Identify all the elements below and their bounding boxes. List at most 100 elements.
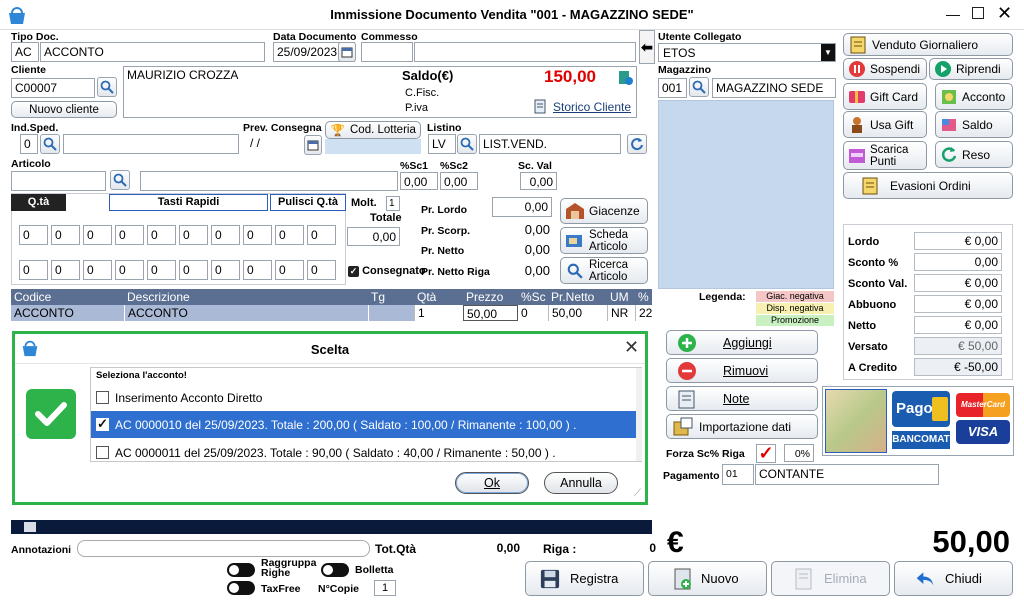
calendar-icon[interactable] bbox=[338, 42, 356, 62]
storico-cliente-link[interactable]: Storico Cliente bbox=[553, 100, 631, 114]
ncopie-input[interactable]: 1 bbox=[374, 580, 396, 596]
cod-lotteria-field[interactable] bbox=[325, 139, 421, 154]
col-um[interactable]: UM bbox=[607, 289, 629, 305]
resize-grip-icon[interactable]: ⟋ bbox=[634, 488, 641, 499]
registra-button[interactable]: Registra bbox=[525, 561, 644, 596]
ricerca-articolo-button[interactable]: Ricerca Articolo bbox=[560, 257, 648, 284]
col-prnetto[interactable]: Pr.Netto bbox=[548, 289, 594, 305]
articolo-desc-input[interactable] bbox=[140, 171, 398, 191]
calendar-icon[interactable] bbox=[304, 135, 322, 155]
cell-tg[interactable] bbox=[368, 305, 414, 321]
scval-input[interactable]: 0,00 bbox=[520, 172, 557, 190]
taxfree-toggle[interactable] bbox=[227, 581, 255, 595]
refresh-icon[interactable] bbox=[627, 134, 647, 154]
col-codice[interactable]: Codice bbox=[11, 289, 51, 305]
cell-sc[interactable]: 0 bbox=[518, 305, 548, 321]
reso-button[interactable]: Reso bbox=[935, 141, 1013, 168]
cell-codice[interactable]: ACCONTO bbox=[11, 305, 124, 321]
nuovo-button[interactable]: Nuovo bbox=[648, 561, 767, 596]
checkbox[interactable] bbox=[96, 446, 109, 459]
pagamento-desc-input[interactable]: CONTANTE bbox=[755, 464, 939, 485]
sospendi-button[interactable]: Sospendi bbox=[843, 58, 927, 80]
totale-input[interactable]: 0,00 bbox=[347, 227, 400, 246]
annulla-button[interactable]: Annulla bbox=[544, 472, 618, 494]
raggruppa-toggle[interactable] bbox=[227, 563, 255, 577]
col-tg[interactable]: Tg bbox=[368, 289, 385, 305]
qty-cell[interactable]: 0 bbox=[51, 260, 80, 280]
qty-cell[interactable]: 0 bbox=[275, 260, 304, 280]
elimina-button[interactable]: Elimina bbox=[771, 561, 890, 596]
evasioni-ordini-button[interactable]: Evasioni Ordini bbox=[843, 172, 1013, 199]
search-icon[interactable] bbox=[689, 77, 709, 97]
venduto-giornaliero-button[interactable]: Venduto Giornaliero bbox=[843, 33, 1013, 56]
qty-cell[interactable]: 0 bbox=[115, 260, 144, 280]
qty-cell[interactable]: 0 bbox=[147, 260, 176, 280]
qty-cell[interactable]: 0 bbox=[243, 225, 272, 245]
document-icon[interactable] bbox=[533, 99, 548, 114]
sc2-input[interactable]: 0,00 bbox=[440, 172, 478, 190]
qty-cell[interactable]: 0 bbox=[83, 260, 112, 280]
checkbox-checked[interactable]: ✓ bbox=[96, 416, 109, 431]
giacenze-button[interactable]: Giacenze bbox=[560, 198, 648, 224]
forza-sc-checkbox[interactable]: ✓ bbox=[756, 444, 776, 463]
chevron-down-icon[interactable]: ▼ bbox=[821, 44, 835, 61]
qty-cell[interactable]: 0 bbox=[51, 225, 80, 245]
search-icon[interactable] bbox=[110, 170, 130, 190]
table-row[interactable]: ACCONTO ACCONTO 1 50,00 0 50,00 NR 22 bbox=[11, 305, 652, 321]
ind-sped-code-input[interactable]: 0 bbox=[20, 134, 38, 154]
scrollbar[interactable] bbox=[636, 368, 642, 461]
cliente-code-input[interactable]: C00007 bbox=[11, 78, 95, 98]
tasti-rapidi-tab[interactable]: Tasti Rapidi bbox=[109, 194, 268, 211]
qty-cell[interactable]: 0 bbox=[19, 225, 48, 245]
qty-cell[interactable]: 0 bbox=[275, 225, 304, 245]
cash-icon[interactable] bbox=[825, 389, 887, 453]
qty-cell[interactable]: 0 bbox=[211, 225, 240, 245]
cell-iva[interactable]: 22 bbox=[635, 305, 652, 321]
listino-code-input[interactable]: LV bbox=[428, 134, 456, 154]
qty-cell[interactable]: 0 bbox=[115, 225, 144, 245]
forza-sc-pct-input[interactable]: 0% bbox=[784, 444, 814, 462]
search-icon[interactable] bbox=[40, 134, 60, 154]
ok-button[interactable]: Ok bbox=[455, 472, 529, 494]
scheda-articolo-button[interactable]: Scheda Articolo bbox=[560, 227, 648, 254]
scarica-punti-button[interactable]: Scarica Punti bbox=[843, 141, 927, 170]
rimuovi-button[interactable]: Rimuovi bbox=[666, 358, 818, 383]
commesso-desc-input[interactable] bbox=[414, 42, 636, 62]
col-descrizione[interactable]: Descrizione bbox=[124, 289, 190, 305]
pagamento-code-input[interactable]: 01 bbox=[722, 464, 754, 485]
tipo-doc-desc-input[interactable]: ACCONTO bbox=[40, 42, 265, 62]
qty-cell[interactable]: 0 bbox=[307, 225, 336, 245]
qty-cell[interactable]: 0 bbox=[211, 260, 240, 280]
qty-cell[interactable]: 0 bbox=[179, 260, 208, 280]
ind-sped-desc-input[interactable] bbox=[63, 134, 239, 154]
mastercard-logo[interactable]: MasterCard bbox=[956, 393, 1010, 417]
checkbox[interactable] bbox=[96, 391, 109, 404]
cell-descrizione[interactable]: ACCONTO bbox=[124, 305, 368, 321]
sc1-input[interactable]: 0,00 bbox=[400, 172, 438, 190]
search-icon[interactable] bbox=[97, 77, 117, 97]
horizontal-scrollbar[interactable] bbox=[11, 520, 652, 534]
maximize-icon[interactable] bbox=[972, 7, 984, 19]
qty-cell[interactable]: 0 bbox=[83, 225, 112, 245]
usa-gift-button[interactable]: Usa Gift bbox=[843, 111, 927, 138]
note-button[interactable]: Note bbox=[666, 386, 818, 411]
commesso-code-input[interactable] bbox=[361, 42, 413, 62]
utente-select[interactable]: ETOS ▼ bbox=[658, 43, 836, 62]
pagobancomat-logo[interactable]: Pago BANCOMAT bbox=[890, 389, 952, 453]
cell-um[interactable]: NR bbox=[607, 305, 635, 321]
tipo-doc-code-input[interactable]: AC bbox=[11, 42, 39, 62]
molt-input[interactable]: 1 bbox=[386, 196, 400, 211]
riprendi-button[interactable]: Riprendi bbox=[929, 58, 1013, 80]
close-icon[interactable]: ✕ bbox=[997, 3, 1012, 24]
list-item[interactable]: ✓ AC 0000010 del 25/09/2023. Totale : 20… bbox=[91, 411, 636, 438]
pr-lordo-input[interactable]: 0,00 bbox=[492, 197, 552, 217]
list-item[interactable]: Inserimento Acconto Diretto bbox=[91, 387, 636, 408]
receipt-icon[interactable] bbox=[617, 70, 633, 86]
close-icon[interactable]: ✕ bbox=[624, 337, 639, 358]
importazione-button[interactable]: Importazione dati bbox=[666, 414, 818, 439]
cell-prezzo[interactable]: 50,00 bbox=[463, 305, 518, 321]
pulisci-qta-button[interactable]: Pulisci Q.tà bbox=[270, 194, 346, 211]
col-prezzo[interactable]: Prezzo bbox=[463, 289, 503, 305]
chiudi-button[interactable]: Chiudi bbox=[894, 561, 1013, 596]
search-icon[interactable] bbox=[457, 134, 477, 154]
